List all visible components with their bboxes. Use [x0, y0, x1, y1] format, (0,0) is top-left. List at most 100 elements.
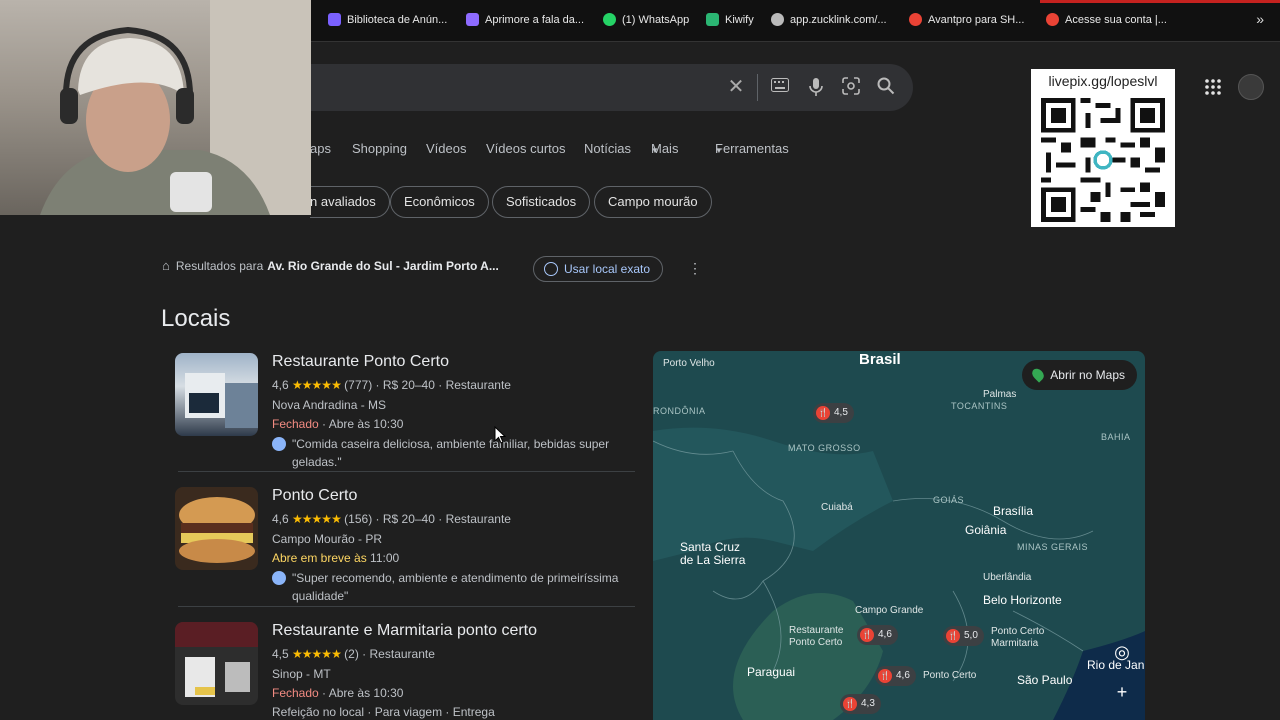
place-city: Nova Andradina - MS	[272, 398, 387, 412]
place-hours: Fechado · Abre às 10:30	[272, 417, 404, 431]
keyboard-icon[interactable]	[770, 77, 790, 97]
rating-stars: ★★★★★	[292, 378, 342, 392]
bookmark-avantpro[interactable]: Avantpro para SH...	[909, 13, 1024, 26]
crosshair-icon	[544, 262, 558, 276]
tab-strip-accent	[1040, 0, 1280, 3]
my-location-icon[interactable]: ◎	[1108, 638, 1136, 666]
map-pin[interactable]: 🍴 4,6	[857, 625, 898, 645]
map-pin-icon	[1030, 366, 1047, 383]
cursor-icon	[494, 426, 506, 444]
search-input[interactable]: ✕	[310, 64, 913, 111]
place-photo[interactable]	[175, 487, 258, 570]
meta-icon	[328, 13, 341, 26]
section-title: Locais	[161, 305, 231, 332]
bookmark-kiwify[interactable]: Kiwify	[706, 13, 754, 26]
app-icon	[466, 13, 479, 26]
map-label: Uberlândia	[983, 572, 1032, 583]
bookmark-acesse[interactable]: Acesse sua conta |...	[1046, 13, 1167, 26]
divider	[178, 471, 635, 472]
place-name[interactable]: Restaurante e Marmitaria ponto certo	[272, 622, 537, 640]
map-pin[interactable]: 🍴 5,0	[943, 626, 984, 646]
map-label: Paraguai	[747, 665, 796, 679]
chip-campo-mourao[interactable]: Campo mourão	[594, 186, 712, 218]
map-label: Goiânia	[965, 523, 1007, 537]
restaurant-icon: 🍴	[843, 697, 857, 711]
map-label: São Paulo	[1017, 673, 1073, 687]
map-pin[interactable]: 🍴 4,5	[813, 403, 854, 423]
rating-stars: ★★★★★	[292, 647, 342, 661]
tab-short-videos[interactable]: Vídeos curtos	[486, 141, 566, 156]
map-label: Ponto Certo Marmitaria	[991, 626, 1045, 649]
user-icon	[272, 571, 286, 585]
location-address: Av. Rio Grande do Sul - Jardim Porto A..…	[267, 258, 499, 273]
place-review: "Super recomendo, ambiente e atendimento…	[272, 569, 632, 605]
map-label: Ponto Certo	[923, 670, 977, 681]
restaurant-icon: 🍴	[946, 629, 960, 643]
close-icon[interactable]: ✕	[726, 77, 746, 97]
place-photo[interactable]	[175, 622, 258, 705]
lens-icon[interactable]	[841, 77, 861, 97]
map-terrain	[653, 427, 1145, 720]
place-name[interactable]: Ponto Certo	[272, 487, 357, 505]
status-badge: Fechado	[272, 417, 319, 431]
open-in-maps-button[interactable]: Abrir no Maps	[1022, 360, 1137, 390]
place-city: Campo Mourão - PR	[272, 532, 383, 546]
zoom-in-button[interactable]: +	[1108, 678, 1136, 706]
map-label: MATO GROSSO	[788, 443, 861, 453]
map-label: TOCANTINS	[951, 401, 1008, 411]
map-label: Palmas	[983, 389, 1017, 400]
mic-icon[interactable]	[806, 77, 826, 97]
place-name[interactable]: Restaurante Ponto Certo	[272, 353, 449, 371]
location-line: ⌂ Resultados para Av. Rio Grande do Sul …	[162, 258, 499, 273]
use-exact-location-button[interactable]: Usar local exato	[533, 256, 664, 282]
streamer-figure	[40, 0, 311, 215]
tab-videos[interactable]: Vídeos	[426, 141, 466, 156]
chip-cheap[interactable]: Econômicos	[390, 186, 489, 218]
search-divider	[757, 74, 758, 101]
bookmark-1[interactable]: Biblioteca de Anún...	[328, 13, 447, 26]
more-options-icon[interactable]: ⋮	[688, 260, 702, 277]
map-label: Restaurante Ponto Certo	[789, 625, 844, 648]
rating-stars: ★★★★★	[292, 512, 342, 526]
map-pin[interactable]: 🍴 4,3	[840, 694, 881, 714]
tab-more[interactable]: Mais ▼	[651, 141, 678, 156]
qr-code-overlay: livepix.gg/lopeslvl	[1031, 69, 1175, 227]
status-badge: Fechado	[272, 686, 319, 700]
restaurant-icon: 🍴	[816, 406, 830, 420]
bookmarks-more-button[interactable]: »	[1256, 11, 1264, 27]
chip-fancy[interactable]: Sofisticados	[492, 186, 591, 218]
globe-icon	[771, 13, 784, 26]
globe-icon	[1046, 13, 1059, 26]
place-services: Refeição no local · Para viagem · Entreg…	[272, 705, 495, 719]
tab-news[interactable]: Notícias	[584, 141, 631, 156]
tab-shopping[interactable]: Shopping	[352, 141, 407, 156]
qr-url-text: livepix.gg/lopeslvl	[1048, 73, 1158, 89]
kiwify-icon	[706, 13, 719, 26]
bookmark-2[interactable]: Aprimore a fala da...	[466, 13, 584, 26]
search-icon[interactable]	[876, 77, 896, 97]
map-label: GOIÁS	[933, 495, 965, 505]
avatar[interactable]	[1238, 74, 1264, 100]
restaurant-icon: 🍴	[860, 628, 874, 642]
whatsapp-icon	[603, 13, 616, 26]
divider	[178, 606, 635, 607]
map-label: Brasil	[859, 351, 901, 368]
map-label: RONDÔNIA	[653, 406, 706, 416]
webcam-overlay	[0, 0, 311, 215]
map-label: Belo Horizonte	[983, 593, 1062, 607]
map-pin[interactable]: 🍴 4,6	[875, 666, 916, 686]
apps-grid-icon[interactable]	[1204, 78, 1222, 96]
map-label: Porto Velho	[663, 358, 715, 369]
chip-rated[interactable]: n avaliados	[310, 186, 390, 218]
place-photo[interactable]	[175, 353, 258, 436]
map-label: Santa Cruz de La Sierra	[680, 540, 746, 567]
map-label: Brasília	[993, 504, 1034, 518]
restaurant-icon: 🍴	[878, 669, 892, 683]
bookmark-zucklink[interactable]: app.zucklink.com/...	[771, 13, 887, 26]
tab-tools[interactable]: Ferramentas ▼	[715, 141, 789, 156]
bookmark-whatsapp[interactable]: (1) WhatsApp	[603, 13, 689, 26]
place-rating-line: 4,5 ★★★★★ (2) · Restaurante	[272, 647, 435, 661]
map-panel[interactable]: Brasil Porto Velho RONDÔNIA Palmas TOCAN…	[653, 351, 1145, 720]
qr-code-icon	[1041, 98, 1165, 222]
tab-maps[interactable]: aps	[310, 141, 331, 156]
